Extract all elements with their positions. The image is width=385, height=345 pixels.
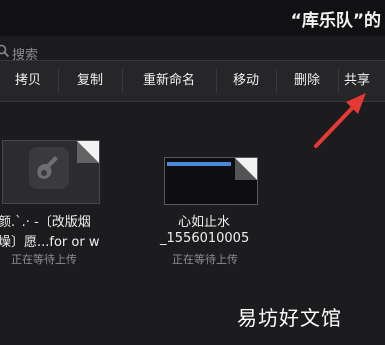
file-thumbnail[interactable]: [164, 157, 258, 205]
watermark-text: 易坊好文馆: [237, 306, 342, 330]
menu-item-delete[interactable]: 删除: [278, 61, 336, 101]
title-bar: “库乐队”的: [0, 0, 385, 36]
menu-separator: [276, 69, 277, 93]
search-bar[interactable]: 搜索: [0, 42, 385, 63]
file-name-line2: 燥〕愿...for or w: [0, 235, 100, 250]
menu-item-duplicate[interactable]: 复制: [60, 61, 120, 101]
menu-item-copy[interactable]: 拷贝: [0, 61, 56, 101]
garageband-icon: [29, 147, 69, 189]
menu-separator: [122, 69, 123, 93]
menu-separator: [58, 69, 59, 93]
context-menu: 拷贝 复制 重新命名 移动 删除 共享: [0, 60, 385, 102]
upload-status: 正在等待上传: [11, 253, 77, 266]
search-icon: [0, 44, 10, 58]
file-thumbnail[interactable]: [2, 140, 100, 204]
menu-item-rename[interactable]: 重新命名: [124, 61, 214, 101]
menu-item-share[interactable]: 共享: [340, 61, 385, 101]
folded-corner-icon: [77, 141, 99, 163]
menu-separator: [216, 69, 217, 93]
upload-status: 正在等待上传: [172, 253, 238, 266]
folded-corner-icon: [235, 158, 257, 180]
page-title: “库乐队”的: [290, 11, 381, 31]
file-name-line1: 颜.`.· -〔改版烟: [0, 215, 91, 230]
menu-separator: [338, 69, 339, 93]
file-name-line1: 心如止水: [178, 215, 231, 230]
menu-item-move[interactable]: 移动: [218, 61, 274, 101]
file-name-line2: _1556010005: [160, 231, 250, 246]
audio-file-icon: [167, 162, 231, 166]
